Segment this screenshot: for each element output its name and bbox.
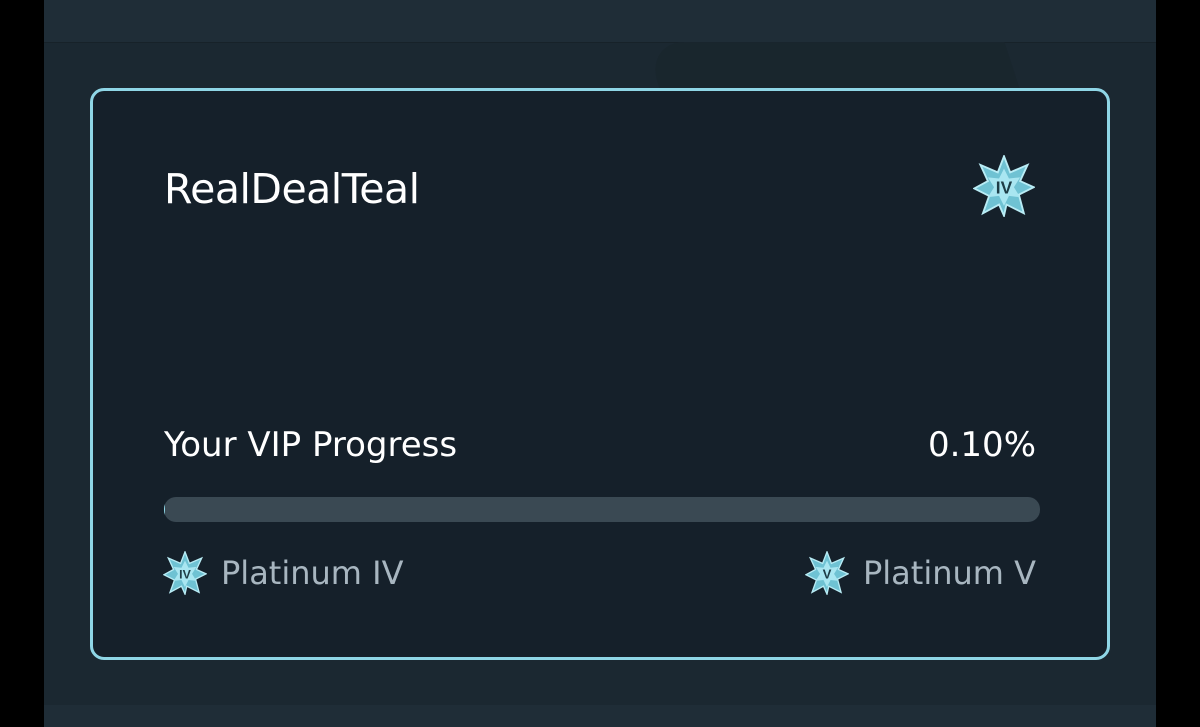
bottom-band bbox=[44, 705, 1156, 727]
page: RealDealTeal IV Your VIP Progress 0.10% … bbox=[0, 0, 1200, 727]
next-tier-label: Platinum V bbox=[862, 554, 1036, 592]
current-tier-label: Platinum IV bbox=[221, 554, 404, 592]
vip-progress-bar bbox=[164, 497, 1040, 522]
next-tier-badge-text: V bbox=[823, 566, 832, 581]
vip-card: RealDealTeal IV Your VIP Progress 0.10% … bbox=[90, 88, 1110, 660]
platinum-star-icon: V bbox=[804, 551, 849, 595]
platinum-star-icon: IV bbox=[973, 155, 1035, 217]
current-tier-badge-text: IV bbox=[179, 567, 191, 581]
platinum-star-icon: IV bbox=[163, 551, 207, 595]
vip-progress-fill bbox=[164, 497, 165, 522]
vip-progress-title: Your VIP Progress bbox=[164, 425, 458, 465]
top-header-band bbox=[44, 0, 1156, 43]
next-tier: V Platinum V bbox=[804, 551, 1036, 595]
tier-badge-text: IV bbox=[996, 177, 1013, 197]
username: RealDealTeal bbox=[164, 165, 420, 213]
vip-progress-percent: 0.10% bbox=[927, 425, 1036, 465]
current-tier: IV Platinum IV bbox=[163, 551, 403, 595]
